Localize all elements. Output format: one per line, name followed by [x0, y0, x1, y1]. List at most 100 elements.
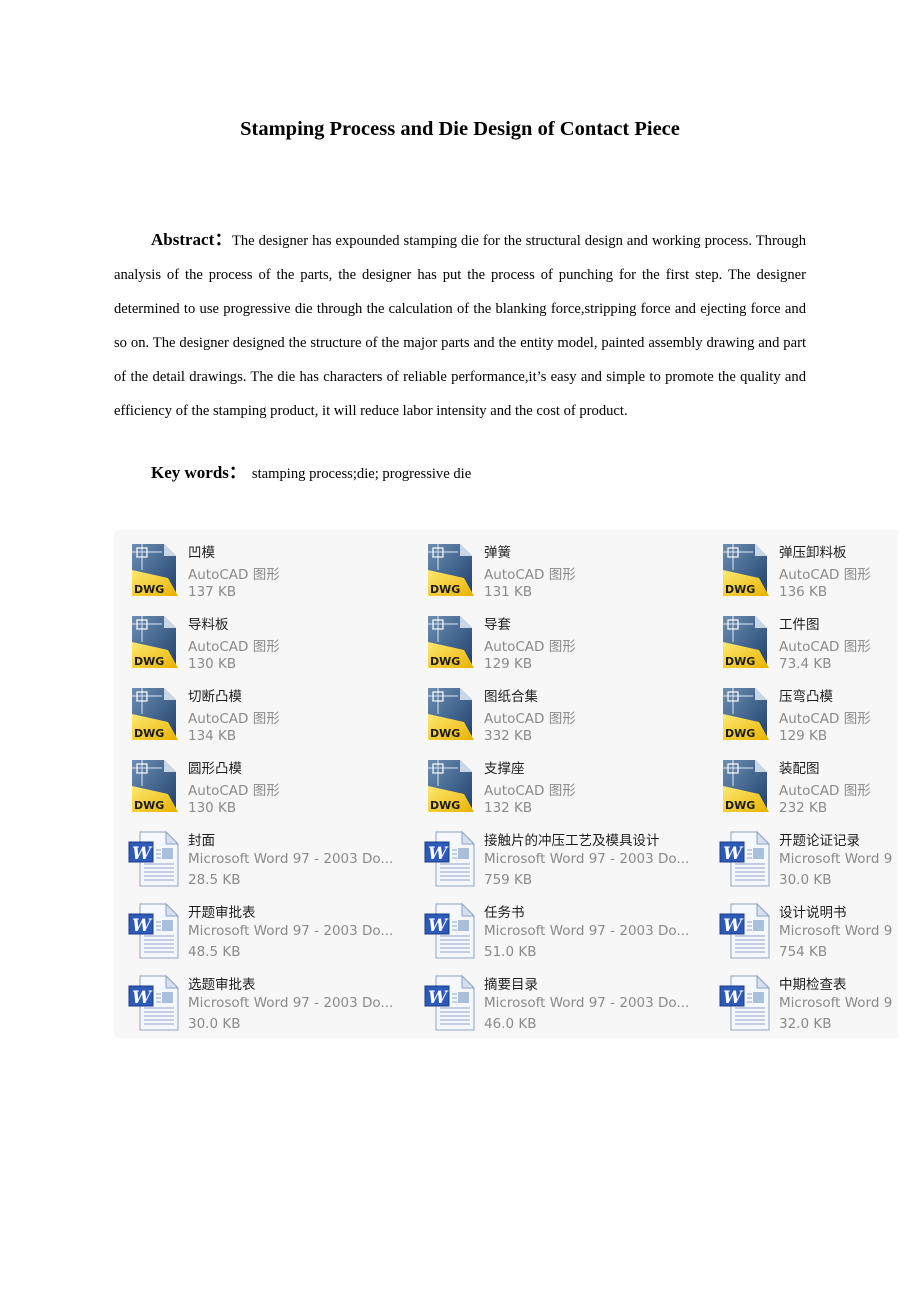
file-size: 130 KB [188, 800, 237, 816]
file-type: AutoCAD 图形 [188, 711, 280, 727]
svg-text:W: W [723, 916, 744, 936]
file-name: 接触片的冲压工艺及模具设计 [484, 833, 660, 849]
file-type: Microsoft Word 97 - 2003 Do... [188, 851, 394, 867]
file-type: Microsoft Word 97 - 2003 Do... [484, 995, 690, 1011]
dwg-file-icon: DWG [422, 756, 478, 816]
file-type: Microsoft Word 97 - 2003 Do... [484, 923, 690, 939]
file-name: 切断凸模 [188, 689, 242, 705]
file-type: Microsoft Word 9 [779, 923, 893, 939]
word-doc-icon: W [126, 900, 182, 960]
file-type: Microsoft Word 9 [779, 995, 893, 1011]
file-size: 32.0 KB [779, 1016, 832, 1032]
keywords-text: stamping process;die; progressive die [251, 466, 472, 482]
file-item[interactable]: DWG 装配图 AutoCAD 图形 232 KB [717, 754, 898, 820]
svg-text:W: W [428, 988, 449, 1008]
word-doc-icon: W [126, 828, 182, 888]
svg-text:W: W [428, 844, 449, 864]
file-type: Microsoft Word 9 [779, 851, 893, 867]
dwg-file-icon: DWG [126, 684, 182, 744]
file-type: Microsoft Word 97 - 2003 Do... [188, 995, 394, 1011]
file-item[interactable]: W 中期检查表 Microsoft Word 9 32.0 KB [717, 970, 898, 1036]
file-name: 开题论证记录 [779, 833, 860, 849]
word-doc-icon: W [126, 972, 182, 1032]
svg-text:DWG: DWG [134, 727, 164, 740]
file-name: 装配图 [779, 761, 820, 777]
dwg-file-icon: DWG [717, 540, 773, 600]
file-item[interactable]: W 选题审批表 Microsoft Word 97 - 2003 Do... 30.… [126, 970, 426, 1036]
file-item[interactable]: DWG 图纸合集 AutoCAD 图形 332 KB [422, 682, 722, 748]
word-doc-icon: W [422, 828, 478, 888]
word-doc-icon: W [717, 900, 773, 960]
file-type: AutoCAD 图形 [779, 711, 871, 727]
file-size: 332 KB [484, 728, 533, 744]
file-item[interactable]: W 接触片的冲压工艺及模具设计 Microsoft Word 97 - 2003 … [422, 826, 722, 892]
paper-title: Stamping Process and Die Design of Conta… [240, 118, 680, 140]
dwg-file-icon: DWG [717, 756, 773, 816]
file-size: 46.0 KB [484, 1016, 537, 1032]
svg-text:DWG: DWG [725, 583, 755, 596]
file-size: 754 KB [779, 944, 828, 960]
file-size: 131 KB [484, 584, 533, 600]
file-item[interactable]: W 开题论证记录 Microsoft Word 9 30.0 KB [717, 826, 898, 892]
file-type: Microsoft Word 97 - 2003 Do... [484, 851, 690, 867]
svg-text:DWG: DWG [430, 655, 460, 668]
svg-text:DWG: DWG [134, 799, 164, 812]
file-name: 摘要目录 [484, 977, 538, 993]
file-size: 232 KB [779, 800, 828, 816]
file-item[interactable]: W 封面 Microsoft Word 97 - 2003 Do... 28.5 K… [126, 826, 426, 892]
svg-text:DWG: DWG [725, 655, 755, 668]
dwg-file-icon: DWG [422, 540, 478, 600]
file-type: Microsoft Word 97 - 2003 Do... [188, 923, 394, 939]
file-type: AutoCAD 图形 [188, 639, 280, 655]
file-item[interactable]: DWG 工件图 AutoCAD 图形 73.4 KB [717, 610, 898, 676]
file-item[interactable]: W 摘要目录 Microsoft Word 97 - 2003 Do... 46.0… [422, 970, 722, 1036]
abstract-text: The designer has expounded stamping die … [114, 233, 806, 419]
file-item[interactable]: W 开题审批表 Microsoft Word 97 - 2003 Do... 48.… [126, 898, 426, 964]
file-size: 73.4 KB [779, 656, 832, 672]
abstract-label: Abstract： [151, 230, 232, 249]
svg-text:W: W [723, 988, 744, 1008]
word-doc-icon: W [717, 972, 773, 1032]
file-item[interactable]: DWG 支撑座 AutoCAD 图形 132 KB [422, 754, 722, 820]
file-type: AutoCAD 图形 [484, 783, 576, 799]
file-name: 工件图 [779, 617, 820, 633]
file-size: 134 KB [188, 728, 237, 744]
file-size: 129 KB [484, 656, 533, 672]
file-item[interactable]: DWG 弹压卸料板 AutoCAD 图形 136 KB [717, 538, 898, 604]
file-item[interactable]: DWG 凹模 AutoCAD 图形 137 KB [126, 538, 426, 604]
file-type: AutoCAD 图形 [484, 567, 576, 583]
file-item[interactable]: DWG 导料板 AutoCAD 图形 130 KB [126, 610, 426, 676]
svg-text:DWG: DWG [134, 655, 164, 668]
word-doc-icon: W [422, 972, 478, 1032]
file-item[interactable]: DWG 圆形凸模 AutoCAD 图形 130 KB [126, 754, 426, 820]
svg-text:DWG: DWG [430, 583, 460, 596]
file-name: 设计说明书 [779, 905, 847, 921]
dwg-file-icon: DWG [422, 684, 478, 744]
dwg-file-icon: DWG [422, 612, 478, 672]
file-name: 弹簧 [484, 545, 511, 561]
file-size: 30.0 KB [779, 872, 832, 888]
file-name: 图纸合集 [484, 689, 538, 705]
file-name: 开题审批表 [188, 905, 256, 921]
file-item[interactable]: DWG 导套 AutoCAD 图形 129 KB [422, 610, 722, 676]
file-list-screenshot: DWG 凹模 AutoCAD 图形 137 KB DWG 导料板 AutoCAD 图形… [114, 530, 898, 1038]
file-size: 132 KB [484, 800, 533, 816]
file-size: 129 KB [779, 728, 828, 744]
file-size: 759 KB [484, 872, 533, 888]
file-name: 中期检查表 [779, 977, 847, 993]
keywords-label: Key words： [151, 463, 246, 482]
dwg-file-icon: DWG [126, 540, 182, 600]
dwg-file-icon: DWG [717, 684, 773, 744]
file-name: 压弯凸模 [779, 689, 833, 705]
file-item[interactable]: DWG 切断凸模 AutoCAD 图形 134 KB [126, 682, 426, 748]
file-item[interactable]: DWG 压弯凸模 AutoCAD 图形 129 KB [717, 682, 898, 748]
keywords-line: Key words： stamping process;die; progress… [151, 459, 471, 488]
dwg-file-icon: DWG [717, 612, 773, 672]
svg-text:W: W [132, 988, 153, 1008]
file-size: 28.5 KB [188, 872, 241, 888]
dwg-file-icon: DWG [126, 612, 182, 672]
file-name: 封面 [188, 833, 215, 849]
file-item[interactable]: DWG 弹簧 AutoCAD 图形 131 KB [422, 538, 722, 604]
file-item[interactable]: W 任务书 Microsoft Word 97 - 2003 Do... 51.0 … [422, 898, 722, 964]
file-item[interactable]: W 设计说明书 Microsoft Word 9 754 KB [717, 898, 898, 964]
